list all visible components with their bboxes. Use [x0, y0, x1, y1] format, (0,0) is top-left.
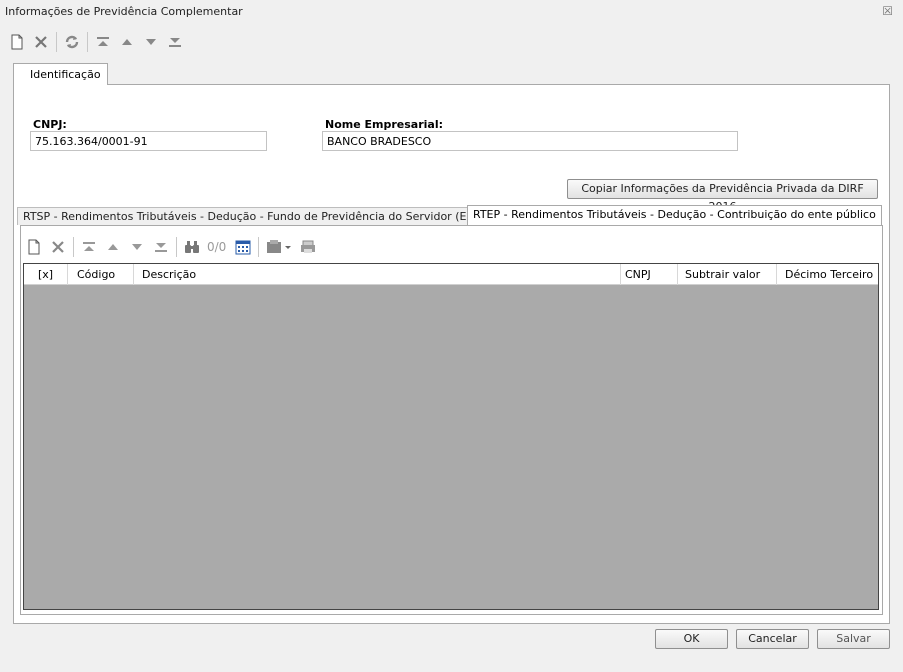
cnpj-label: CNPJ:: [33, 118, 67, 131]
close-icon[interactable]: ☒: [882, 4, 893, 18]
move-down-icon[interactable]: [142, 33, 160, 51]
data-grid[interactable]: [x] Código Descrição CNPJ Subtrair valor…: [23, 263, 879, 610]
grid-header: [x] Código Descrição CNPJ Subtrair valor…: [24, 264, 878, 285]
move-last-icon[interactable]: [166, 33, 184, 51]
move-up-icon[interactable]: [118, 33, 136, 51]
nome-empresarial-field[interactable]: BANCO BRADESCO: [322, 131, 738, 151]
move-first-icon[interactable]: [94, 33, 112, 51]
title-bar: Informações de Previdência Complementar …: [0, 0, 903, 24]
binoculars-icon[interactable]: [183, 238, 201, 256]
column-header-decimo-terceiro[interactable]: Décimo Terceiro: [777, 264, 878, 285]
column-header-select[interactable]: [x]: [24, 264, 68, 285]
tab-rtep[interactable]: RTEP - Rendimentos Tributáveis - Dedução…: [467, 205, 882, 225]
refresh-icon[interactable]: [63, 33, 81, 51]
cancel-button[interactable]: Cancelar: [736, 629, 809, 649]
import-dropdown-icon[interactable]: [265, 238, 293, 256]
nome-empresarial-label: Nome Empresarial:: [325, 118, 444, 131]
calendar-grid-icon[interactable]: [234, 238, 252, 256]
move-last-icon[interactable]: [152, 238, 170, 256]
main-toolbar: [8, 32, 190, 52]
cnpj-field[interactable]: 75.163.364/0001-91: [30, 131, 267, 151]
ok-button[interactable]: OK: [655, 629, 728, 649]
new-icon[interactable]: [8, 33, 26, 51]
new-row-icon[interactable]: [25, 238, 43, 256]
print-icon[interactable]: [299, 238, 317, 256]
move-down-icon[interactable]: [128, 238, 146, 256]
grid-toolbar: 0/0: [25, 237, 323, 257]
column-header-subtrair-valor[interactable]: Subtrair valor: [678, 264, 777, 285]
toolbar-separator: [176, 237, 177, 257]
delete-icon[interactable]: [32, 33, 50, 51]
column-header-descricao[interactable]: Descrição: [134, 264, 621, 285]
toolbar-separator: [258, 237, 260, 257]
move-up-icon[interactable]: [104, 238, 122, 256]
column-header-codigo[interactable]: Código: [68, 264, 134, 285]
move-first-icon[interactable]: [80, 238, 98, 256]
toolbar-separator: [73, 237, 74, 257]
record-counter: 0/0: [207, 240, 227, 254]
delete-row-icon[interactable]: [49, 238, 67, 256]
toolbar-separator: [87, 32, 88, 52]
copy-dirf-button[interactable]: Copiar Informações da Previdência Privad…: [567, 179, 878, 213]
toolbar-separator: [56, 32, 57, 52]
column-header-cnpj[interactable]: CNPJ: [621, 264, 678, 285]
window-title: Informações de Previdência Complementar: [5, 5, 243, 18]
tab-identificacao[interactable]: Identificação: [13, 63, 108, 85]
tab-rtsp[interactable]: RTSP - Rendimentos Tributáveis - Dedução…: [17, 207, 531, 225]
save-button[interactable]: Salvar: [817, 629, 890, 649]
